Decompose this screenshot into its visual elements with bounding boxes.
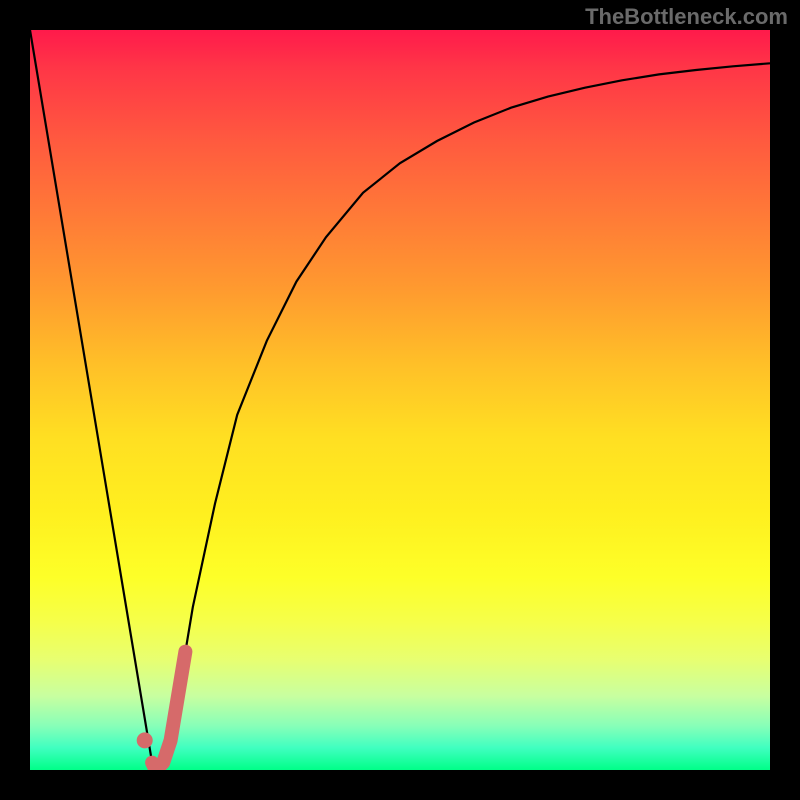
bottleneck-curve <box>30 30 770 770</box>
chart-svg <box>30 30 770 770</box>
highlight-marker <box>137 732 153 748</box>
watermark-text: TheBottleneck.com <box>585 4 788 30</box>
chart-plot-area <box>30 30 770 770</box>
highlight-segment <box>152 652 185 770</box>
